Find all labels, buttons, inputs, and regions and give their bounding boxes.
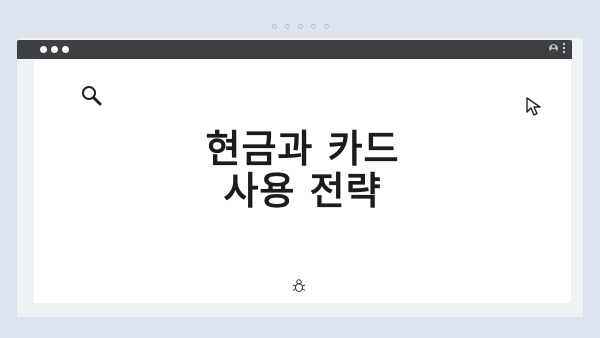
window-titlebar [17, 40, 572, 59]
page-indicator-dot [297, 24, 303, 29]
account-icon[interactable] [549, 43, 558, 53]
page-title-line-2: 사용 전략 [223, 169, 382, 213]
page-indicator-dot [284, 24, 290, 29]
window-controls [40, 46, 69, 53]
close-window-button[interactable] [40, 46, 47, 53]
content-area: 현금과 카드 사용 전략 [34, 59, 571, 303]
titlebar-actions [549, 43, 565, 53]
page-indicator-dot [310, 24, 316, 29]
minimize-window-button[interactable] [51, 46, 58, 53]
page-indicator [0, 24, 600, 29]
page-indicator-dot [271, 24, 277, 29]
more-vertical-icon[interactable] [563, 43, 565, 53]
page-title-line-1: 현금과 카드 [205, 127, 400, 171]
cursor-arrow-icon [526, 97, 541, 116]
page-indicator-dot [323, 24, 329, 29]
maximize-window-button[interactable] [62, 46, 69, 53]
page-title: 현금과 카드 사용 전략 [34, 128, 571, 212]
bug-icon [292, 279, 306, 292]
search-icon [82, 86, 102, 106]
